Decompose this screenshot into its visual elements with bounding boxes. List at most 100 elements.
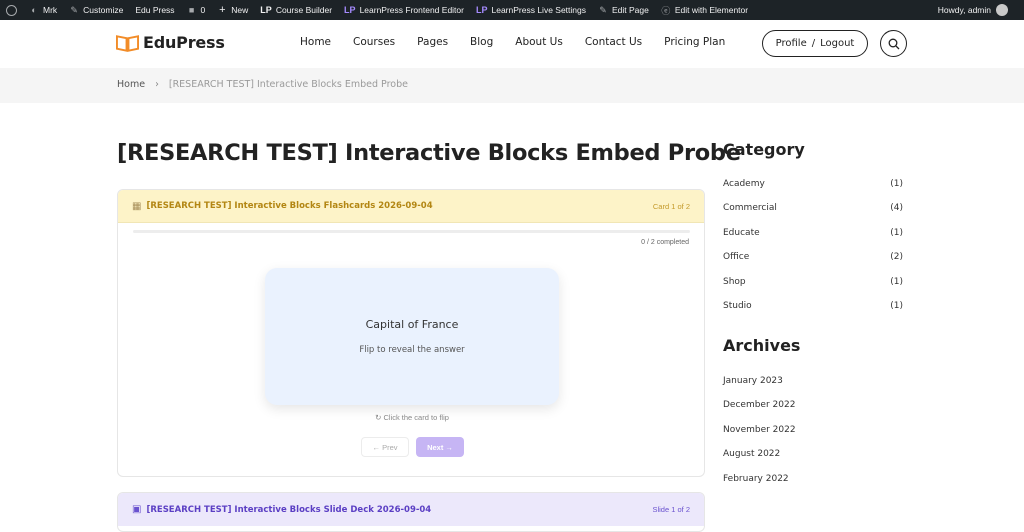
account-menu[interactable]: Howdy, admin	[938, 4, 1008, 16]
course-builder-label: Course Builder	[275, 5, 333, 15]
pencil-icon: ✎	[599, 4, 607, 15]
learnpress-icon: LP	[260, 5, 272, 15]
archive-item[interactable]: August 2022	[723, 449, 796, 473]
admin-bar: ◐ Mrk ✎ Customize Edu Press ■ 0 + New LP Cour…	[0, 0, 1024, 20]
search-button[interactable]	[880, 30, 907, 57]
category-name: Shop	[723, 276, 746, 287]
breadcrumb-bar: Home › [RESEARCH TEST] Interactive Block…	[0, 68, 1024, 103]
wordpress-icon	[6, 4, 17, 16]
next-button[interactable]: Next →	[416, 437, 464, 457]
site-logo[interactable]: EduPress	[116, 33, 225, 52]
learnpress-icon: LP	[344, 5, 356, 15]
lp-frontend-editor-label: LearnPress Frontend Editor	[359, 5, 464, 15]
avatar	[996, 4, 1008, 16]
category-item[interactable]: Commercial (4)	[723, 203, 903, 227]
category-item[interactable]: Academy (1)	[723, 179, 903, 203]
course-builder-link[interactable]: LP Course Builder	[260, 5, 332, 15]
comments-link[interactable]: ■ 0	[187, 5, 206, 15]
breadcrumb: Home › [RESEARCH TEST] Interactive Block…	[117, 79, 408, 90]
edit-page-label: Edit Page	[612, 5, 649, 15]
archive-item[interactable]: January 2023	[723, 376, 796, 400]
new-content-link[interactable]: + New	[217, 4, 249, 16]
site-name-link[interactable]: Edu Press	[135, 5, 174, 15]
lp-live-settings-link[interactable]: LP LearnPress Live Settings	[476, 5, 586, 15]
chevron-right-icon: ›	[155, 79, 159, 90]
comment-icon: ■	[188, 5, 195, 15]
elementor-icon: ⓔ	[661, 5, 671, 16]
search-icon	[888, 38, 899, 49]
slide-deck-block: ▣ [RESEARCH TEST] Interactive Blocks Sli…	[117, 492, 705, 532]
breadcrumb-home[interactable]: Home	[117, 79, 145, 90]
edit-elementor-label: Edit with Elementor	[674, 5, 749, 15]
profile-link[interactable]: Profile	[776, 38, 807, 49]
flashcards-title-text: [RESEARCH TEST] Interactive Blocks Flash…	[146, 201, 433, 211]
nav-pricing-plan[interactable]: Pricing Plan	[664, 36, 725, 48]
flashcards-title: ▦ [RESEARCH TEST] Interactive Blocks Fla…	[132, 201, 433, 212]
category-list: Academy (1) Commercial (4) Educate (1) Offi…	[723, 179, 903, 325]
site-name-label: Edu Press	[135, 5, 175, 15]
comments-count: 0	[200, 5, 206, 15]
nav-pages[interactable]: Pages	[417, 36, 448, 48]
customize-link[interactable]: ✎ Customize	[69, 4, 124, 16]
category-count: (2)	[890, 252, 903, 263]
flip-note-text: Click the card to flip	[383, 413, 449, 422]
nav-about-us[interactable]: About Us	[515, 36, 563, 48]
wp-logo-menu[interactable]	[6, 4, 17, 16]
slide-deck-title-text: [RESEARCH TEST] Interactive Blocks Slide…	[146, 504, 432, 515]
new-label: New	[231, 5, 249, 15]
nav-contact-us[interactable]: Contact Us	[585, 36, 642, 48]
category-name: Office	[723, 252, 750, 263]
category-name: Commercial	[723, 203, 777, 214]
slide-deck-header: ▣ [RESEARCH TEST] Interactive Blocks Sli…	[118, 493, 704, 526]
logo-text: EduPress	[143, 33, 225, 52]
category-name: Studio	[723, 300, 752, 311]
category-item[interactable]: Studio (1)	[723, 301, 903, 325]
category-item[interactable]: Shop (1)	[723, 277, 903, 301]
flashcard-hint: Flip to reveal the answer	[359, 345, 465, 355]
separator: /	[811, 38, 816, 49]
customize-label: Customize	[83, 5, 124, 15]
category-item[interactable]: Educate (1)	[723, 228, 903, 252]
slide-counter: Slide 1 of 2	[652, 505, 690, 514]
category-count: (1)	[890, 227, 903, 238]
profile-logout-button: Profile / Logout	[762, 30, 868, 57]
category-item[interactable]: Office (2)	[723, 252, 903, 276]
brush-icon: ✎	[70, 4, 78, 15]
category-count: (1)	[890, 300, 903, 311]
edit-elementor-link[interactable]: ⓔ Edit with Elementor	[661, 5, 749, 16]
nav-blog[interactable]: Blog	[470, 36, 493, 48]
lp-frontend-editor-link[interactable]: LP LearnPress Frontend Editor	[344, 5, 464, 15]
plus-icon: +	[219, 4, 226, 16]
prev-button[interactable]: ← Prev	[361, 437, 409, 457]
archives-list: January 2023 December 2022 November 2022…	[723, 376, 796, 498]
nav-courses[interactable]: Courses	[353, 36, 395, 48]
palette-icon: ◐	[31, 5, 37, 15]
book-icon	[116, 34, 139, 52]
category-name: Academy	[723, 179, 765, 189]
site-menu-label: Mrk	[43, 5, 58, 15]
category-count: (4)	[890, 203, 903, 214]
flashcard[interactable]: Capital of France Flip to reveal the ans…	[265, 268, 559, 405]
site-menu[interactable]: ◐ Mrk	[29, 5, 57, 15]
nav-home[interactable]: Home	[300, 36, 331, 48]
breadcrumb-current: [RESEARCH TEST] Interactive Blocks Embed…	[168, 79, 408, 90]
refresh-icon: ↻	[375, 413, 382, 422]
slide-deck-title: ▣ [RESEARCH TEST] Interactive Blocks Sli…	[132, 504, 431, 515]
lp-live-settings-label: LearnPress Live Settings	[491, 5, 587, 15]
howdy-label: Howdy, admin	[937, 5, 991, 15]
archive-item[interactable]: November 2022	[723, 425, 796, 449]
slides-icon: ▣	[132, 504, 142, 515]
flashcard-question: Capital of France	[365, 318, 459, 331]
flashcards-block: ▦ [RESEARCH TEST] Interactive Blocks Fla…	[117, 189, 705, 477]
progress-text: 0 / 2 completed	[641, 239, 689, 246]
logout-link[interactable]: Logout	[820, 38, 854, 49]
learnpress-icon: LP	[475, 5, 488, 15]
page-title: [RESEARCH TEST] Interactive Blocks Embed…	[117, 140, 741, 166]
edit-page-link[interactable]: ✎ Edit Page	[598, 4, 649, 16]
category-name: Educate	[723, 227, 760, 238]
archive-item[interactable]: December 2022	[723, 400, 796, 424]
archive-item[interactable]: February 2022	[723, 474, 796, 498]
archives-heading: Archives	[723, 336, 801, 355]
calendar-icon: ▦	[132, 200, 142, 212]
flip-note: ↻ Click the card to flip	[118, 413, 704, 422]
